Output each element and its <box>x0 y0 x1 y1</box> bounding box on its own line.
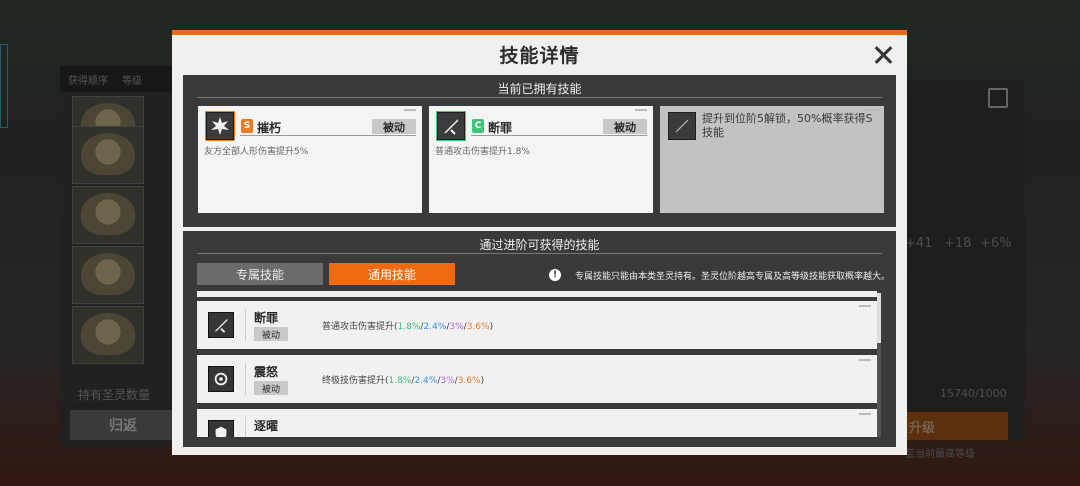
passive-tag: 被动 <box>372 119 416 134</box>
locked-slot-icon <box>668 112 696 140</box>
shield-skill-icon <box>208 420 234 437</box>
skill-desc: 友方全部人形伤害提升5% <box>204 147 309 157</box>
sword-skill-icon <box>437 112 465 140</box>
list-item[interactable]: 逐曜 <box>197 409 877 437</box>
skill-name: 震怒 <box>254 365 279 379</box>
burst-skill-icon <box>208 366 234 392</box>
owned-section-title: 当前已拥有技能 <box>497 82 582 96</box>
card-marker <box>866 109 878 111</box>
grade-badge: C <box>472 119 484 133</box>
passive-tag: 被动 <box>254 381 288 395</box>
skill-name: 断罪 <box>488 121 513 135</box>
divider <box>471 135 647 136</box>
skill-desc: 终极技伤害提升(1.8%/2.4%/3%/3.6%) <box>322 376 485 386</box>
passive-tag: 被动 <box>254 327 288 341</box>
scrollbar[interactable] <box>877 293 881 437</box>
card-marker <box>859 413 871 415</box>
skill-list[interactable]: 断罪 被动 普通攻击伤害提升(1.8%/2.4%/3%/3.6%) 震怒 被动 … <box>197 291 885 437</box>
tab-general-skills[interactable]: 通用技能 <box>329 263 455 285</box>
list-item-partial <box>197 291 877 297</box>
advance-section-title: 通过进阶可获得的技能 <box>479 238 600 252</box>
owned-skill-card[interactable]: C 断罪 被动 普通攻击伤害提升1.8% <box>429 106 653 213</box>
explosion-skill-icon <box>206 112 234 140</box>
skill-desc: 普通攻击伤害提升1.8% <box>435 147 530 157</box>
sword-skill-icon <box>208 312 234 338</box>
dialog-title: 技能详情 <box>499 45 580 67</box>
divider <box>245 417 246 437</box>
advance-skills-section: 通过进阶可获得的技能 专属技能 通用技能 ! 专属技能只能由本类圣灵持有。圣灵位… <box>183 231 896 447</box>
card-marker <box>859 359 871 361</box>
divider <box>245 309 246 341</box>
card-marker <box>859 305 871 307</box>
divider <box>197 253 882 254</box>
info-icon[interactable]: ! <box>549 269 561 281</box>
skill-detail-dialog: 技能详情 当前已拥有技能 S 摧朽 被动 友方全部人形伤害提升5% C 断罪 被… <box>172 30 907 455</box>
unlock-hint: 提升到位阶5解锁，50%概率获得S技能 <box>702 112 873 139</box>
card-marker <box>404 109 416 111</box>
skill-name: 摧朽 <box>257 121 282 135</box>
skill-name: 断罪 <box>254 311 279 325</box>
passive-tag: 被动 <box>603 119 647 134</box>
owned-skills-section: 当前已拥有技能 S 摧朽 被动 友方全部人形伤害提升5% C 断罪 被动 普通攻… <box>183 75 896 227</box>
divider <box>240 135 416 136</box>
card-marker <box>635 109 647 111</box>
grade-badge: S <box>241 119 253 133</box>
tab-exclusive-skills[interactable]: 专属技能 <box>197 263 323 285</box>
list-item[interactable]: 断罪 被动 普通攻击伤害提升(1.8%/2.4%/3%/3.6%) <box>197 301 877 349</box>
locked-skill-card[interactable]: 提升到位阶5解锁，50%概率获得S技能 <box>660 106 884 213</box>
close-icon[interactable] <box>871 43 895 67</box>
divider <box>245 363 246 395</box>
owned-skill-card[interactable]: S 摧朽 被动 友方全部人形伤害提升5% <box>198 106 422 213</box>
info-text: 专属技能只能由本类圣灵持有。圣灵位阶越高专属及高等级技能获取概率越大。 <box>575 272 891 282</box>
divider <box>197 97 882 98</box>
scroll-thumb[interactable] <box>877 293 881 343</box>
skill-name: 逐曜 <box>254 419 279 433</box>
skill-desc: 普通攻击伤害提升(1.8%/2.4%/3%/3.6%) <box>322 322 494 332</box>
list-item[interactable]: 震怒 被动 终极技伤害提升(1.8%/2.4%/3%/3.6%) <box>197 355 877 403</box>
